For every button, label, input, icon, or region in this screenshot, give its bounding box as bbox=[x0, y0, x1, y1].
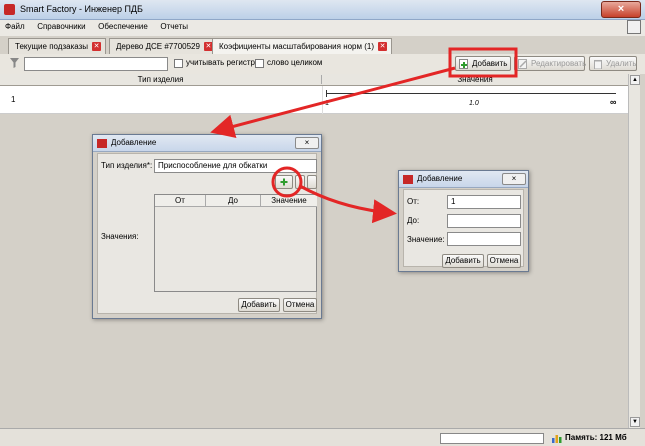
add-value-button[interactable] bbox=[275, 175, 293, 189]
table-row[interactable]: 1 1 1.0 ∞ bbox=[0, 86, 628, 114]
scale-value-label: 1.0 bbox=[469, 100, 479, 107]
vertical-scrollbar[interactable]: ▲ ▼ bbox=[628, 74, 640, 428]
toolbar: учитывать регистр слово целиком Добавить… bbox=[0, 54, 645, 74]
menu-supply[interactable]: Обеспечение bbox=[93, 20, 153, 33]
delete-icon bbox=[593, 59, 603, 70]
tab-bar: Текущие подзаказы ✕ Дерево ДСЕ #7700529 ✕ … bbox=[0, 37, 645, 54]
dialog-close-button[interactable]: × bbox=[502, 173, 526, 185]
remove-value-button[interactable] bbox=[307, 175, 317, 189]
scroll-down-icon[interactable]: ▼ bbox=[630, 417, 640, 427]
scale-start-label: 1 bbox=[325, 100, 329, 107]
from-field-label: От: bbox=[407, 197, 420, 206]
add-dialog-body: Тип изделия*: Приспособление для обкатки… bbox=[97, 153, 317, 314]
delete-button-label: Удалить bbox=[606, 59, 637, 68]
column-header-type[interactable]: Тип изделия bbox=[0, 75, 322, 84]
progress-bar bbox=[440, 433, 544, 444]
edit-button-label: Редактировать bbox=[531, 59, 587, 68]
window-titlebar: Smart Factory - Инженер ПДБ × bbox=[0, 0, 645, 20]
app-icon bbox=[4, 4, 15, 15]
type-field-label: Тип изделия*: bbox=[101, 161, 153, 170]
add-dialog: Добавление × Тип изделия*: Приспособлени… bbox=[92, 134, 322, 319]
case-sensitive-label: учитывать регистр bbox=[186, 58, 255, 67]
values-column-to[interactable]: До bbox=[206, 195, 261, 207]
dialog-add-button[interactable]: Добавить bbox=[238, 298, 280, 312]
memory-chart-icon bbox=[552, 433, 562, 443]
add-range-dialog-body: От: 1 До: Значение: Добавить Отмена bbox=[403, 189, 524, 268]
filter-icon bbox=[10, 58, 19, 68]
menu-directories[interactable]: Справочники bbox=[32, 20, 90, 33]
dialog-cancel-button[interactable]: Отмена bbox=[283, 298, 317, 312]
menu-reports[interactable]: Отчеты bbox=[155, 20, 193, 33]
values-table[interactable]: От До Значение bbox=[154, 194, 317, 292]
status-bar: Память: 121 Мб bbox=[0, 428, 645, 446]
value-field-label: Значение: bbox=[407, 235, 445, 244]
grid-header: Тип изделия Значения bbox=[0, 74, 628, 86]
edit-value-button[interactable] bbox=[295, 175, 305, 189]
value-field-input[interactable] bbox=[447, 232, 521, 246]
add-icon bbox=[459, 59, 469, 69]
window-layout-icon[interactable] bbox=[627, 20, 641, 34]
filter-input[interactable] bbox=[24, 57, 168, 71]
tab-current-suborders[interactable]: Текущие подзаказы ✕ bbox=[8, 38, 107, 54]
dialog-close-button[interactable]: × bbox=[295, 137, 319, 149]
add-dialog-titlebar: Добавление × bbox=[93, 135, 321, 152]
cell-type: 1 bbox=[11, 95, 16, 104]
add-range-dialog-titlebar: Добавление × bbox=[399, 171, 528, 188]
values-label: Значения: bbox=[101, 232, 139, 241]
add-button[interactable]: Добавить bbox=[455, 56, 511, 71]
add-dialog-title: Добавление bbox=[111, 138, 157, 147]
add-range-dialog: Добавление × От: 1 До: Значение: Добавит… bbox=[398, 170, 529, 272]
whole-word-label: слово целиком bbox=[267, 58, 323, 67]
from-field-input[interactable]: 1 bbox=[447, 195, 521, 209]
edit-icon bbox=[518, 59, 528, 69]
window-close-button[interactable]: × bbox=[601, 1, 641, 18]
memory-status: Память: 121 Мб bbox=[565, 433, 627, 442]
window-title: Smart Factory - Инженер ПДБ bbox=[20, 4, 143, 14]
tab-close-icon[interactable]: ✕ bbox=[378, 42, 388, 51]
type-field-input[interactable]: Приспособление для обкатки bbox=[154, 159, 317, 173]
whole-word-checkbox[interactable] bbox=[255, 59, 264, 68]
tab-label: Дерево ДСЕ #7700529 bbox=[116, 42, 200, 51]
add-range-dialog-title: Добавление bbox=[417, 174, 463, 183]
add-button-label: Добавить bbox=[472, 59, 508, 68]
tab-close-icon[interactable]: ✕ bbox=[92, 42, 102, 51]
scale-end-label: ∞ bbox=[610, 97, 617, 107]
edit-button[interactable]: Редактировать bbox=[514, 56, 587, 71]
tab-label: Коэфициенты масштабирования норм (1) bbox=[219, 42, 375, 51]
tab-scaling-coefficients[interactable]: Коэфициенты масштабирования норм (1) ✕ bbox=[212, 38, 393, 54]
menu-file[interactable]: Файл bbox=[0, 20, 30, 33]
delete-button[interactable]: Удалить bbox=[589, 56, 637, 71]
column-header-values[interactable]: Значения bbox=[322, 75, 628, 84]
tab-dse-tree[interactable]: Дерево ДСЕ #7700529 ✕ bbox=[109, 38, 218, 54]
values-column-value[interactable]: Значение bbox=[261, 195, 317, 207]
to-field-input[interactable] bbox=[447, 214, 521, 228]
tab-label: Текущие подзаказы bbox=[15, 42, 89, 51]
values-column-from[interactable]: От bbox=[155, 195, 206, 207]
to-field-label: До: bbox=[407, 216, 420, 225]
scale-line bbox=[326, 93, 616, 94]
case-sensitive-checkbox[interactable] bbox=[174, 59, 183, 68]
range-add-button[interactable]: Добавить bbox=[442, 254, 484, 268]
scroll-up-icon[interactable]: ▲ bbox=[630, 75, 640, 85]
dialog-app-icon bbox=[97, 139, 107, 148]
menu-bar: Файл Справочники Обеспечение Отчеты bbox=[0, 20, 645, 36]
range-cancel-button[interactable]: Отмена bbox=[487, 254, 521, 268]
dialog-app-icon bbox=[403, 175, 413, 184]
